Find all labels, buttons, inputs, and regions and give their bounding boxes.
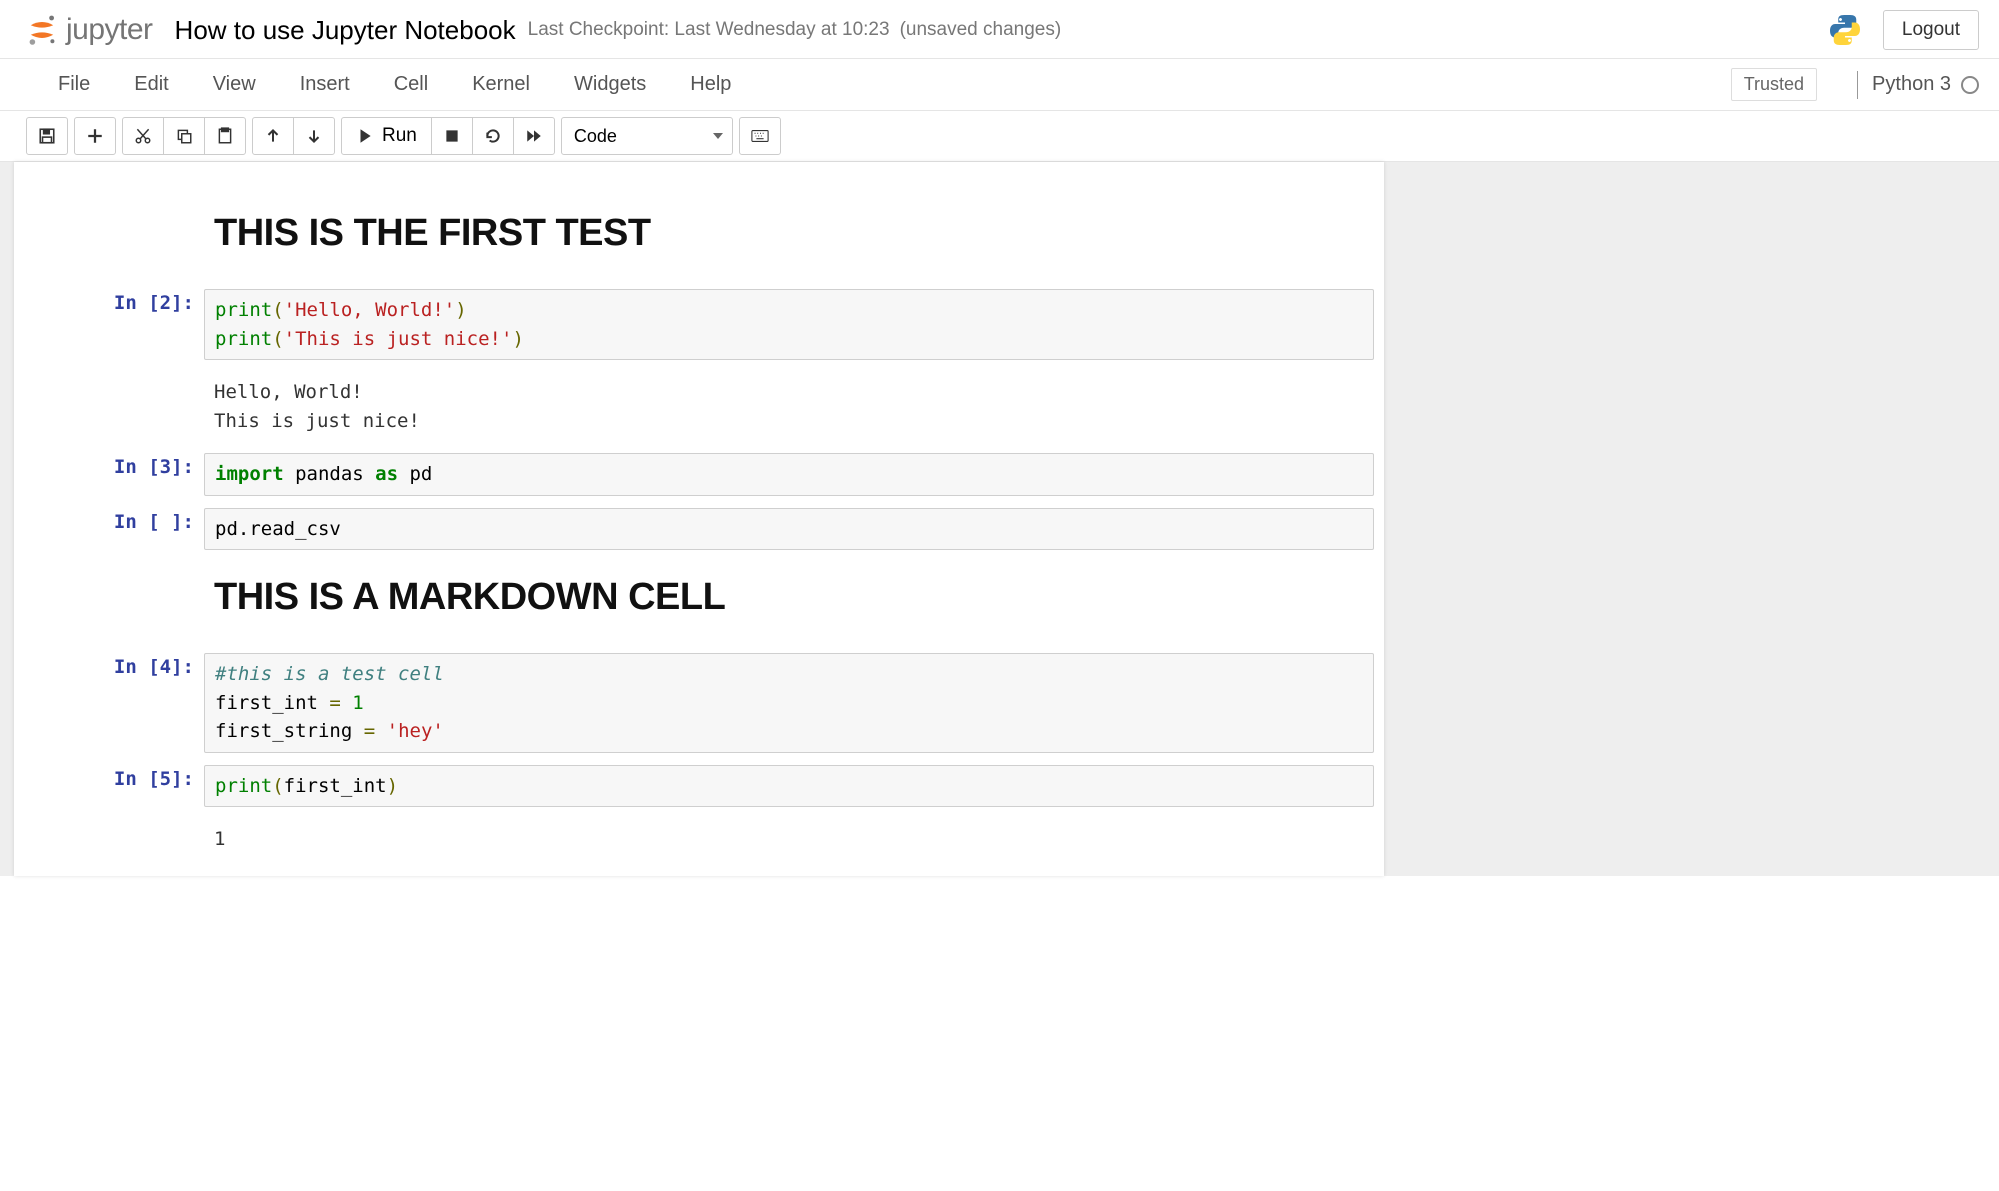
code-input[interactable]: pd.read_csv bbox=[204, 508, 1374, 551]
markdown-cell[interactable]: THIS IS THE FIRST TEST bbox=[14, 192, 1384, 283]
save-icon bbox=[38, 127, 56, 145]
paste-icon bbox=[216, 127, 234, 145]
run-button-label: Run bbox=[382, 125, 417, 147]
header-bar: jupyter How to use Jupyter Notebook Last… bbox=[0, 0, 1999, 59]
copy-button[interactable] bbox=[163, 117, 205, 155]
interrupt-button[interactable] bbox=[431, 117, 473, 155]
code-cell[interactable]: In [5]:print(first_int) bbox=[14, 759, 1384, 814]
cut-button[interactable] bbox=[122, 117, 164, 155]
notebook-area: THIS IS THE FIRST TESTIn [2]:print('Hell… bbox=[0, 162, 1999, 876]
menu-cell[interactable]: Cell bbox=[372, 63, 450, 106]
arrow-up-icon bbox=[264, 127, 282, 145]
input-prompt: In [4]: bbox=[14, 653, 204, 753]
paste-button[interactable] bbox=[204, 117, 246, 155]
code-input[interactable]: #this is a test cellfirst_int = 1first_s… bbox=[204, 653, 1374, 753]
jupyter-logo-text: jupyter bbox=[66, 13, 153, 47]
restart-run-all-button[interactable] bbox=[513, 117, 555, 155]
markdown-heading: THIS IS THE FIRST TEST bbox=[214, 212, 1374, 255]
move-down-button[interactable] bbox=[293, 117, 335, 155]
unsaved-indicator: (unsaved changes) bbox=[900, 19, 1062, 41]
code-cell[interactable]: In [2]:print('Hello, World!')print('This… bbox=[14, 283, 1384, 366]
cut-icon bbox=[134, 127, 152, 145]
command-palette-button[interactable] bbox=[739, 117, 781, 155]
code-cell[interactable]: In [3]:import pandas as pd bbox=[14, 447, 1384, 502]
code-cell[interactable]: In [4]:#this is a test cellfirst_int = 1… bbox=[14, 647, 1384, 759]
code-input[interactable]: print('Hello, World!')print('This is jus… bbox=[204, 289, 1374, 360]
run-button[interactable]: Run bbox=[341, 117, 432, 155]
output-prompt bbox=[14, 819, 204, 860]
menubar: FileEditViewInsertCellKernelWidgetsHelp … bbox=[0, 59, 1999, 111]
code-cell[interactable]: In [ ]:pd.read_csv bbox=[14, 502, 1384, 557]
menu-widgets[interactable]: Widgets bbox=[552, 63, 668, 106]
output-row: Hello, World! This is just nice! bbox=[14, 366, 1384, 447]
kernel-status-icon[interactable] bbox=[1961, 76, 1979, 94]
celltype-select[interactable]: CodeMarkdownRaw NBConvertHeading bbox=[561, 117, 733, 155]
insert-cell-below-button[interactable] bbox=[74, 117, 116, 155]
input-prompt: In [2]: bbox=[14, 289, 204, 360]
jupyter-logo-icon bbox=[26, 14, 58, 46]
logout-button[interactable]: Logout bbox=[1883, 10, 1979, 50]
kernel-name[interactable]: Python 3 bbox=[1872, 73, 1951, 96]
jupyter-logo[interactable]: jupyter bbox=[26, 13, 153, 47]
menu-file[interactable]: File bbox=[36, 63, 112, 106]
markdown-heading: THIS IS A MARKDOWN CELL bbox=[214, 576, 1374, 619]
restart-icon bbox=[484, 127, 502, 145]
play-icon bbox=[356, 127, 374, 145]
move-up-button[interactable] bbox=[252, 117, 294, 155]
keyboard-icon bbox=[751, 127, 769, 145]
menu-edit[interactable]: Edit bbox=[112, 63, 190, 106]
save-button[interactable] bbox=[26, 117, 68, 155]
input-prompt: In [5]: bbox=[14, 765, 204, 808]
plus-icon bbox=[86, 127, 104, 145]
fast-forward-icon bbox=[525, 127, 543, 145]
menu-view[interactable]: View bbox=[191, 63, 278, 106]
toolbar: Run CodeMarkdownRaw NBConvertHeading bbox=[0, 111, 1999, 162]
restart-button[interactable] bbox=[472, 117, 514, 155]
input-prompt: In [3]: bbox=[14, 453, 204, 496]
kernel-divider bbox=[1857, 71, 1858, 99]
output-prompt bbox=[14, 372, 204, 441]
markdown-cell[interactable]: THIS IS A MARKDOWN CELL bbox=[14, 556, 1384, 647]
output-row: 1 bbox=[14, 813, 1384, 866]
notebook-title[interactable]: How to use Jupyter Notebook bbox=[175, 15, 516, 46]
trusted-indicator[interactable]: Trusted bbox=[1731, 68, 1817, 101]
code-input[interactable]: print(first_int) bbox=[204, 765, 1374, 808]
code-input[interactable]: import pandas as pd bbox=[204, 453, 1374, 496]
output-text: 1 bbox=[204, 819, 1374, 860]
checkpoint-text: Last Checkpoint: Last Wednesday at 10:23 bbox=[528, 19, 890, 41]
output-text: Hello, World! This is just nice! bbox=[204, 372, 1374, 441]
python-logo-icon bbox=[1827, 12, 1863, 48]
stop-icon bbox=[443, 127, 461, 145]
notebook-container: THIS IS THE FIRST TESTIn [2]:print('Hell… bbox=[14, 162, 1384, 876]
copy-icon bbox=[175, 127, 193, 145]
arrow-down-icon bbox=[305, 127, 323, 145]
input-prompt: In [ ]: bbox=[14, 508, 204, 551]
menu-insert[interactable]: Insert bbox=[278, 63, 372, 106]
menu-help[interactable]: Help bbox=[668, 63, 753, 106]
menu-kernel[interactable]: Kernel bbox=[450, 63, 552, 106]
